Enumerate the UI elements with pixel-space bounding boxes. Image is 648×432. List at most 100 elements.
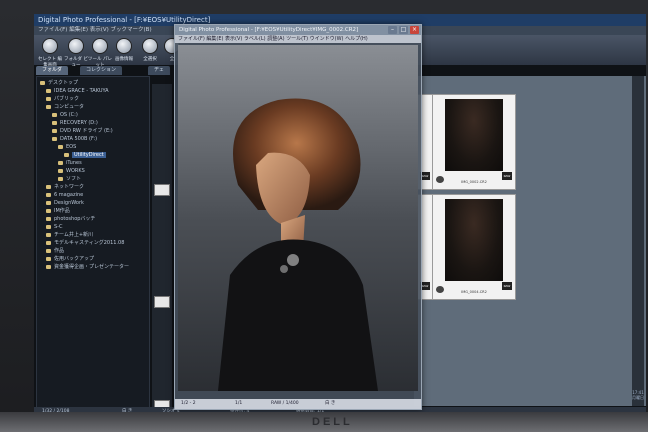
tool-palette-icon xyxy=(92,38,108,54)
tree-item-label: S-C xyxy=(54,224,63,230)
folder-icon xyxy=(46,88,51,93)
select-edit-icon xyxy=(42,38,58,54)
taskbar-clock: 17:41 月曜日 xyxy=(630,390,646,401)
grid-thumbnail[interactable]: RAW IMG_0002.CR2 xyxy=(432,94,516,190)
tree-item[interactable]: パブリック xyxy=(37,95,79,103)
select-edit-button[interactable]: セレクト 編集画面 xyxy=(38,38,62,68)
thumbnail-strip xyxy=(152,84,172,414)
toolbar-label: 全選択 xyxy=(143,57,157,62)
tool-palette-button[interactable]: ツール パレット xyxy=(88,38,112,68)
folder-icon xyxy=(46,224,51,229)
image-info-icon xyxy=(116,38,132,54)
folder-icon xyxy=(46,184,51,189)
main-photo xyxy=(178,45,418,391)
folder-view-button[interactable]: フォルダ ビュー xyxy=(64,38,88,68)
tree-item[interactable]: コンピュータ xyxy=(37,103,84,111)
minimize-button[interactable]: – xyxy=(388,26,397,34)
folder-icon xyxy=(46,192,51,197)
tree-item[interactable]: photoshopバッチ xyxy=(37,215,95,223)
tree-item[interactable]: IM作品 xyxy=(37,207,70,215)
tree-item-label: 作品 xyxy=(54,248,65,254)
thumbnail-grid: RAW RAW IMG_0002.CR2 RAW RAW IMG_0004.CR… xyxy=(414,76,646,406)
vertical-scrollbar[interactable] xyxy=(632,76,644,406)
tree-item-label: EOS xyxy=(66,144,77,150)
tree-item[interactable]: UtilityDirect xyxy=(37,151,106,159)
tree-item-label: パブリック xyxy=(54,96,80,102)
tree-item[interactable]: DesignWork xyxy=(37,199,84,207)
tree-item[interactable]: 作品 xyxy=(37,247,64,255)
viewer-title-bar[interactable]: Digital Photo Professional - [F:¥EOS¥Uti… xyxy=(175,25,421,35)
tree-item[interactable]: 6 magazine xyxy=(37,191,83,199)
folder-icon xyxy=(58,160,63,165)
tree-item-label: チーム井上+新川 xyxy=(54,232,94,238)
tree-item[interactable]: 佐用バックアップ xyxy=(37,255,94,263)
tree-item-label: ネットワーク xyxy=(54,184,85,190)
tab-other[interactable]: ヂェ xyxy=(148,66,170,75)
laptop-bottom-bezel: DELL xyxy=(0,412,648,432)
tree-item[interactable]: ネットワーク xyxy=(37,183,84,191)
tree-item-label: 佐用バックアップ xyxy=(54,256,95,262)
tree-item-label: デスクトップ xyxy=(48,80,79,86)
tree-item-label: iTunes xyxy=(66,160,82,166)
folder-icon xyxy=(46,240,51,245)
tree-item-label: IM作品 xyxy=(54,208,70,214)
viewer-menu-bar[interactable]: ファイル(F) 編集(E) 表示(V) ラベル(L) 調整(A) ツール(T) … xyxy=(175,35,421,43)
folder-icon xyxy=(52,128,57,133)
raw-badge: RAW xyxy=(502,282,512,290)
tree-item[interactable]: OS (C:) xyxy=(37,111,78,119)
tab-folder[interactable]: フォルダ xyxy=(36,66,69,75)
image-info-button[interactable]: 画像情報 xyxy=(112,38,136,64)
folder-icon xyxy=(46,248,51,253)
tree-item[interactable]: モデルキャスティング2011.08 xyxy=(37,239,124,247)
tree-item[interactable]: EOS xyxy=(37,143,76,151)
tree-item[interactable]: デスクトップ xyxy=(37,79,78,87)
select-all-button[interactable]: 全選択 xyxy=(138,38,162,64)
image-viewer-window[interactable]: Digital Photo Professional - [F:¥EOS¥Uti… xyxy=(174,24,422,410)
tree-item[interactable]: iTunes xyxy=(37,159,82,167)
close-button[interactable]: × xyxy=(410,26,419,34)
clock-day: 月曜日 xyxy=(632,395,644,400)
photo-thumbnail xyxy=(445,99,503,171)
raw-badge: RAW xyxy=(502,172,512,180)
folder-tree: デスクトップ IDEA GRACE - TAKUYA パブリック コンピュータ OS (… xyxy=(36,76,150,408)
tree-item[interactable]: ソフト xyxy=(37,175,81,183)
tree-item-label: 資金獲得企画・プレゼンテーター xyxy=(54,264,130,270)
tree-item-label: RECOVERY (D:) xyxy=(60,120,98,126)
tree-item[interactable]: DVD RW ドライブ (E:) xyxy=(37,127,113,135)
tree-item-label: OS (C:) xyxy=(60,112,78,118)
toolbar-label: 画像情報 xyxy=(115,57,133,62)
photo-thumbnail xyxy=(445,199,503,281)
tree-item[interactable]: 資金獲得企画・プレゼンテーター xyxy=(37,263,129,271)
viewer-status-exposure: RAW / 1/400 xyxy=(271,401,299,406)
tree-item[interactable]: RECOVERY (D:) xyxy=(37,119,98,127)
folder-icon xyxy=(46,232,51,237)
maximize-button[interactable]: □ xyxy=(399,26,408,34)
tree-item[interactable]: WORKS xyxy=(37,167,85,175)
folder-icon xyxy=(46,96,51,101)
viewer-status-count: 1/1 xyxy=(235,401,243,406)
sidebar-tabs: フォルダ コレクション ヂェ xyxy=(36,66,186,75)
folder-icon xyxy=(46,264,51,269)
thumbnail-cell[interactable] xyxy=(154,184,170,196)
tree-item-label: モデルキャスティング2011.08 xyxy=(54,240,125,246)
folder-icon xyxy=(46,200,51,205)
viewer-status-text: 白 き xyxy=(325,401,336,406)
grid-thumbnail[interactable]: RAW IMG_0004.CR2 xyxy=(432,194,516,300)
tree-item-label: ソフト xyxy=(66,176,82,182)
thumbnail-cell[interactable] xyxy=(154,296,170,308)
tree-item-label: UtilityDirect xyxy=(72,152,106,158)
folder-icon xyxy=(46,216,51,221)
tree-item-label: DVD RW ドライブ (E:) xyxy=(60,128,113,134)
tree-item[interactable]: チーム井上+新川 xyxy=(37,231,93,239)
folder-icon xyxy=(58,176,63,181)
folder-icon xyxy=(52,120,57,125)
tree-item[interactable]: IDEA GRACE - TAKUYA xyxy=(37,87,109,95)
folder-view-icon xyxy=(68,38,84,54)
tree-item[interactable]: DATA 500B (F:) xyxy=(37,135,97,143)
folder-icon xyxy=(46,208,51,213)
viewer-status-bar: 1/2 - 2 1/1 RAW / 1/400 白 き xyxy=(175,399,421,409)
portrait-image xyxy=(218,98,378,391)
tree-item[interactable]: S-C xyxy=(37,223,62,231)
folder-icon xyxy=(52,112,57,117)
tab-collection[interactable]: コレクション xyxy=(80,66,123,75)
